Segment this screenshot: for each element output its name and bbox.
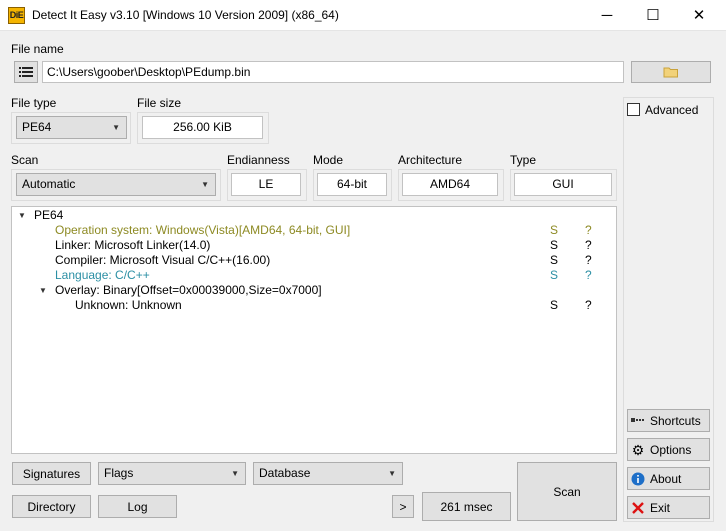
file-type-value: PE64 bbox=[22, 120, 52, 134]
shortcuts-label: Shortcuts bbox=[650, 413, 701, 428]
tree-item-q: ? bbox=[585, 223, 592, 237]
chevron-down-icon: ▼ bbox=[201, 180, 209, 189]
endianness-label: Endianness bbox=[227, 153, 290, 167]
tree-root[interactable]: ▼ PE64 bbox=[12, 208, 612, 223]
signatures-button[interactable]: Signatures bbox=[12, 462, 91, 485]
tree-item-label: Language: C/C++ bbox=[55, 268, 150, 282]
maximize-button[interactable]: ☐ bbox=[630, 0, 676, 31]
about-label: About bbox=[650, 471, 682, 486]
tree-item[interactable]: Operation system: Windows(Vista)[AMD64, … bbox=[12, 223, 612, 238]
file-size-label: File size bbox=[137, 96, 182, 110]
close-icon bbox=[631, 501, 645, 515]
scan-value: Automatic bbox=[22, 177, 76, 191]
tree-item[interactable]: Compiler: Microsoft Visual C/C++(16.00) … bbox=[12, 253, 612, 268]
scan-label: Scan bbox=[11, 153, 39, 167]
advanced-label: Advanced bbox=[645, 103, 699, 117]
scan-select[interactable]: Automatic ▼ bbox=[16, 173, 216, 196]
tree-item-s: S bbox=[550, 238, 559, 252]
log-button[interactable]: Log bbox=[98, 495, 177, 518]
file-path-input[interactable]: C:\Users\goober\Desktop\PEdump.bin bbox=[42, 61, 624, 83]
file-name-label: File name bbox=[11, 42, 64, 56]
close-button[interactable]: ✕ bbox=[676, 0, 722, 31]
tree-item-q: ? bbox=[585, 298, 592, 312]
tree-item-s: S bbox=[550, 268, 559, 282]
file-size-value: 256.00 KiB bbox=[142, 116, 263, 139]
tree-item-label: Operation system: Windows(Vista)[AMD64, … bbox=[55, 223, 351, 237]
tree-item-label: Unknown: Unknown bbox=[75, 298, 182, 312]
minimize-button[interactable]: ─ bbox=[584, 0, 630, 31]
elapsed-time: 261 msec bbox=[422, 492, 511, 521]
flags-select[interactable]: Flags ▼ bbox=[98, 462, 246, 485]
type-value: GUI bbox=[514, 173, 612, 196]
tree-root-label: PE64 bbox=[34, 208, 64, 222]
tree-item-q: ? bbox=[585, 268, 592, 282]
tree-item[interactable]: Language: C/C++ S ? bbox=[12, 268, 612, 283]
tree-item[interactable]: Linker: Microsoft Linker(14.0) S ? bbox=[12, 238, 612, 253]
tree-item-s: S bbox=[550, 253, 559, 267]
exit-label: Exit bbox=[650, 500, 671, 515]
tree-item-q: ? bbox=[585, 238, 592, 252]
title-bar: DiE Detect It Easy v3.10 [Windows 10 Ver… bbox=[0, 0, 726, 31]
advanced-checkbox[interactable] bbox=[627, 103, 640, 116]
gear-icon: ⚙ bbox=[631, 441, 645, 458]
type-label: Type bbox=[510, 153, 537, 167]
app-icon: DiE bbox=[8, 7, 25, 24]
chevron-down-icon: ▼ bbox=[388, 469, 396, 478]
endianness-value: LE bbox=[231, 173, 301, 196]
database-label: Database bbox=[259, 466, 311, 480]
collapse-icon[interactable]: ▼ bbox=[18, 208, 26, 223]
window-title: Detect It Easy v3.10 [Windows 10 Version… bbox=[32, 8, 339, 22]
database-select[interactable]: Database ▼ bbox=[253, 462, 403, 485]
results-tree[interactable]: ▼ PE64 Operation system: Windows(Vista)[… bbox=[11, 206, 617, 454]
scan-button[interactable]: Scan bbox=[517, 462, 617, 521]
directory-button[interactable]: Directory bbox=[12, 495, 91, 518]
file-type-label: File type bbox=[11, 96, 57, 110]
menu-button[interactable] bbox=[14, 61, 38, 83]
collapse-icon[interactable]: ▼ bbox=[39, 283, 47, 298]
tree-item-label: Linker: Microsoft Linker(14.0) bbox=[55, 238, 211, 252]
more-button[interactable]: > bbox=[392, 495, 414, 518]
about-button[interactable]: About bbox=[627, 467, 710, 490]
hamburger-icon bbox=[19, 67, 33, 77]
options-button[interactable]: ⚙ Options bbox=[627, 438, 710, 461]
mode-label: Mode bbox=[313, 153, 344, 167]
options-label: Options bbox=[650, 442, 692, 457]
info-icon bbox=[631, 472, 645, 486]
tree-item-s: S bbox=[550, 298, 559, 312]
tree-overlay[interactable]: ▼ Overlay: Binary[Offset=0x00039000,Size… bbox=[12, 283, 612, 298]
tree-item-label: Compiler: Microsoft Visual C/C++(16.00) bbox=[55, 253, 271, 267]
file-type-select[interactable]: PE64 ▼ bbox=[16, 116, 127, 139]
open-file-button[interactable] bbox=[631, 61, 711, 83]
flags-label: Flags bbox=[104, 466, 134, 480]
shortcuts-button[interactable]: Shortcuts bbox=[627, 409, 710, 432]
tree-item[interactable]: Unknown: Unknown S ? bbox=[12, 298, 612, 313]
tree-item-q: ? bbox=[585, 253, 592, 267]
tree-overlay-label: Overlay: Binary[Offset=0x00039000,Size=0… bbox=[55, 283, 322, 297]
chevron-down-icon: ▼ bbox=[112, 123, 120, 132]
tree-item-s: S bbox=[550, 223, 559, 237]
mode-value: 64-bit bbox=[317, 173, 387, 196]
exit-button[interactable]: Exit bbox=[627, 496, 710, 519]
shortcuts-icon bbox=[631, 414, 645, 428]
chevron-down-icon: ▼ bbox=[231, 469, 239, 478]
folder-icon bbox=[663, 67, 678, 78]
architecture-value: AMD64 bbox=[402, 173, 498, 196]
architecture-label: Architecture bbox=[398, 153, 463, 167]
